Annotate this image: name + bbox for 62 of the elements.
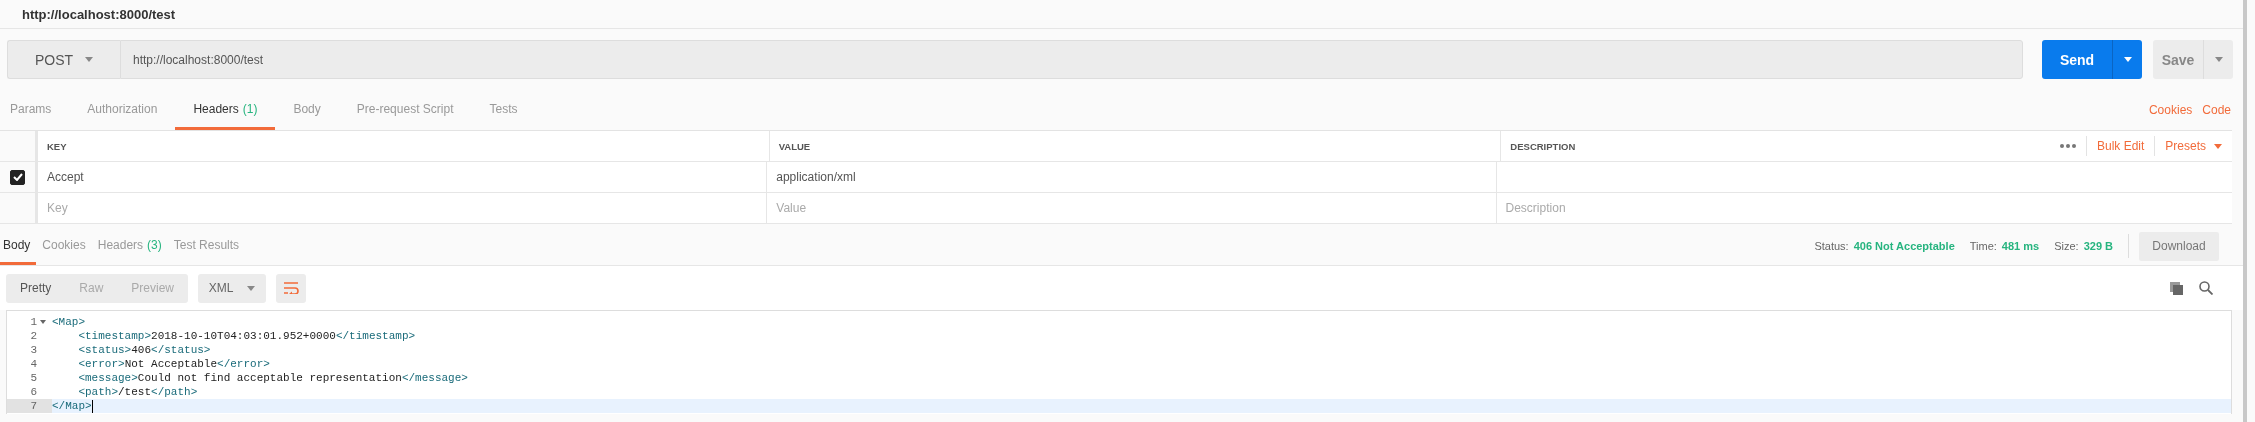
tab[interactable]: Pre-request Script <box>338 90 472 130</box>
send-button[interactable]: Send <box>2042 40 2112 79</box>
column-header: KEY <box>47 140 67 152</box>
tab[interactable]: Headers (3) <box>91 227 168 265</box>
view-mode-button[interactable]: Pretty <box>6 273 66 303</box>
code-line: <timestamp>2018-10-10T04:03:01.952+0000</timestamp> <box>77 330 416 342</box>
code-line: </Map> <box>52 400 92 412</box>
meta-label: Time: <box>1969 240 1997 252</box>
tab[interactable]: Body <box>275 90 339 130</box>
meta-value: 406 Not Acceptable <box>1853 240 1955 252</box>
text-cursor <box>91 399 93 413</box>
download-button[interactable]: Download <box>2139 231 2219 261</box>
table-cell[interactable]: application/xml <box>776 170 856 184</box>
tab[interactable]: Params <box>0 90 70 130</box>
method-dropdown[interactable]: POST <box>7 40 120 79</box>
tab[interactable]: Test Results <box>167 227 246 265</box>
save-button[interactable]: Save <box>2153 40 2203 79</box>
table-action-button[interactable]: Presets <box>2154 136 2232 156</box>
line-number: 7 <box>30 400 37 412</box>
code-line: <Map> <box>52 316 85 328</box>
view-mode-button[interactable]: Preview <box>117 273 189 303</box>
code-line: <error>Not Acceptable</error> <box>77 358 270 370</box>
code-line: <message>Could not find acceptable representation</message> <box>77 372 468 384</box>
code-line: <path>/test</path> <box>77 386 198 398</box>
caret-icon <box>2214 143 2222 149</box>
more-icon[interactable] <box>2059 144 2076 148</box>
code-line: <status>406</status> <box>77 344 211 356</box>
search-icon[interactable] <box>2199 281 2213 295</box>
caret-icon <box>247 285 256 291</box>
checkbox[interactable] <box>10 169 25 185</box>
line-number: 1 <box>30 316 37 328</box>
meta-value: 329 B <box>2083 240 2113 252</box>
line-number: 2 <box>30 330 37 342</box>
meta-label: Status: <box>1814 240 1849 252</box>
fold-icon[interactable] <box>39 320 46 324</box>
window-title: http://localhost:8000/test <box>22 6 176 22</box>
wrap-icon <box>283 282 300 294</box>
tab[interactable]: Cookies <box>36 227 92 265</box>
tab[interactable]: Authorization <box>69 90 176 130</box>
view-mode-button[interactable]: Raw <box>65 273 118 303</box>
caret-icon <box>2214 57 2223 62</box>
meta-label: Size: <box>2054 240 2079 252</box>
table-action-button[interactable]: Bulk Edit <box>2085 136 2155 156</box>
meta-value: 481 ms <box>2001 240 2040 252</box>
input-field[interactable]: Description <box>1505 201 1706 215</box>
table-cell[interactable]: Accept <box>47 170 84 184</box>
line-number: 6 <box>30 386 37 398</box>
format-dropdown[interactable]: XML <box>198 273 267 303</box>
input-field[interactable]: Key <box>47 201 247 215</box>
copy-icon[interactable] <box>2170 281 2183 295</box>
url-field[interactable]: http://localhost:8000/test <box>120 40 2023 79</box>
line-number: 3 <box>30 344 37 356</box>
column-header: DESCRIPTION <box>1510 140 1576 152</box>
link[interactable]: Cookies <box>2148 103 2193 117</box>
caret-icon <box>85 57 94 62</box>
column-header: VALUE <box>778 140 811 152</box>
input-field[interactable]: Value <box>776 201 977 215</box>
line-number: 4 <box>30 358 37 370</box>
line-number: 5 <box>30 372 37 384</box>
tab[interactable]: Tests <box>471 90 536 130</box>
link[interactable]: Code <box>2202 103 2231 117</box>
caret-icon <box>2123 57 2132 62</box>
